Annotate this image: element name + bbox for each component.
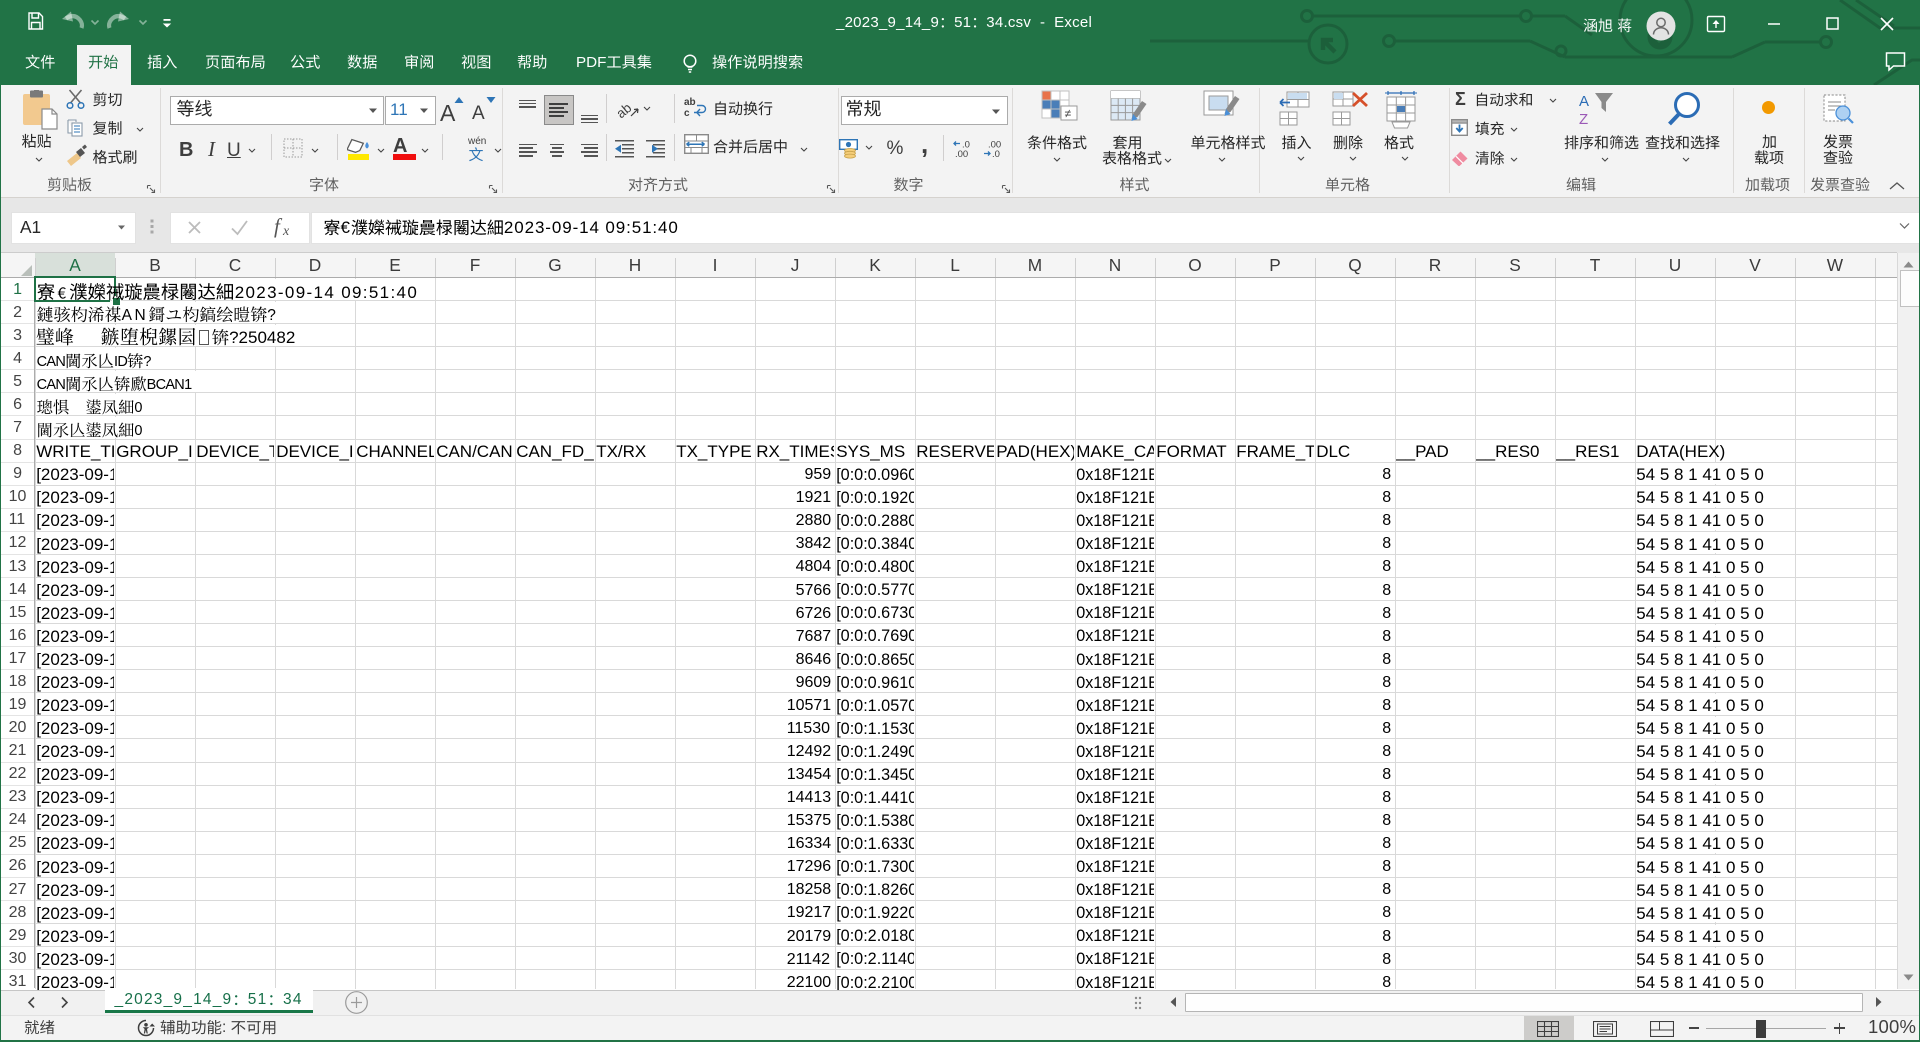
svg-text:ab: ab	[614, 100, 634, 121]
svg-text:ab: ab	[684, 97, 696, 108]
svg-text:A: A	[1579, 93, 1589, 110]
svg-text:c: c	[684, 108, 690, 119]
svg-text:.0: .0	[992, 149, 1000, 159]
svg-text:≠: ≠	[1065, 107, 1072, 121]
svg-text:Z: Z	[1579, 111, 1588, 128]
svg-text:.00: .00	[955, 149, 968, 159]
